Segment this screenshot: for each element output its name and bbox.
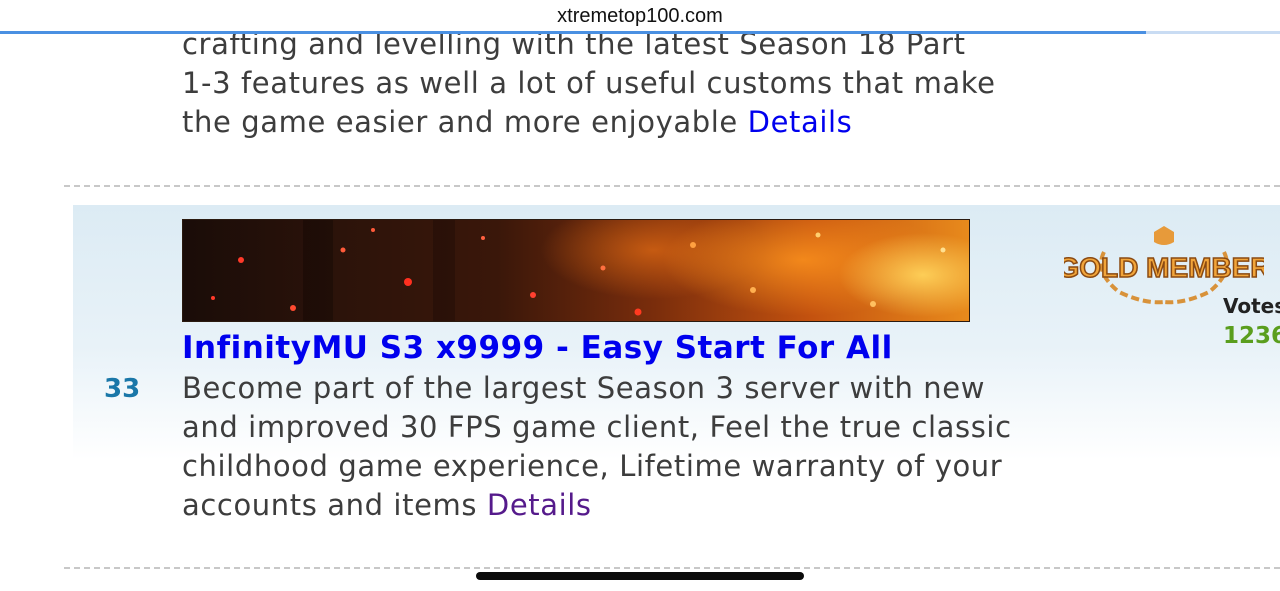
server-rank: 33: [104, 374, 141, 404]
page-load-progress-fill: [0, 31, 1146, 34]
previous-entry-description: crafting and levelling with the latest S…: [182, 25, 1002, 142]
address-bar[interactable]: xtremetop100.com: [0, 0, 1280, 34]
gold-member-text: GOLD MEMBER: [1064, 252, 1264, 283]
banner-embers: [211, 220, 946, 321]
url-text[interactable]: xtremetop100.com: [0, 5, 1280, 28]
browser-page: crafting and levelling with the latest S…: [0, 0, 1280, 591]
previous-entry-text: crafting and levelling with the latest S…: [182, 27, 996, 139]
votes-count: 1236: [1223, 323, 1280, 349]
entry-divider: [64, 185, 1280, 187]
server-title-link[interactable]: InfinityMU S3 x9999 - Easy Start For All: [182, 330, 1032, 366]
previous-entry-details-link[interactable]: Details: [748, 105, 853, 139]
page-load-progress-bar: [0, 31, 1280, 34]
server-details-link[interactable]: Details: [487, 488, 592, 522]
votes-label: Votes: [1223, 294, 1280, 318]
entry-divider-bottom: [64, 567, 1280, 569]
home-indicator[interactable]: [476, 572, 804, 580]
server-description: Become part of the largest Season 3 serv…: [182, 369, 1012, 525]
server-description-text: Become part of the largest Season 3 serv…: [182, 371, 1012, 522]
server-banner-image[interactable]: [182, 219, 970, 322]
